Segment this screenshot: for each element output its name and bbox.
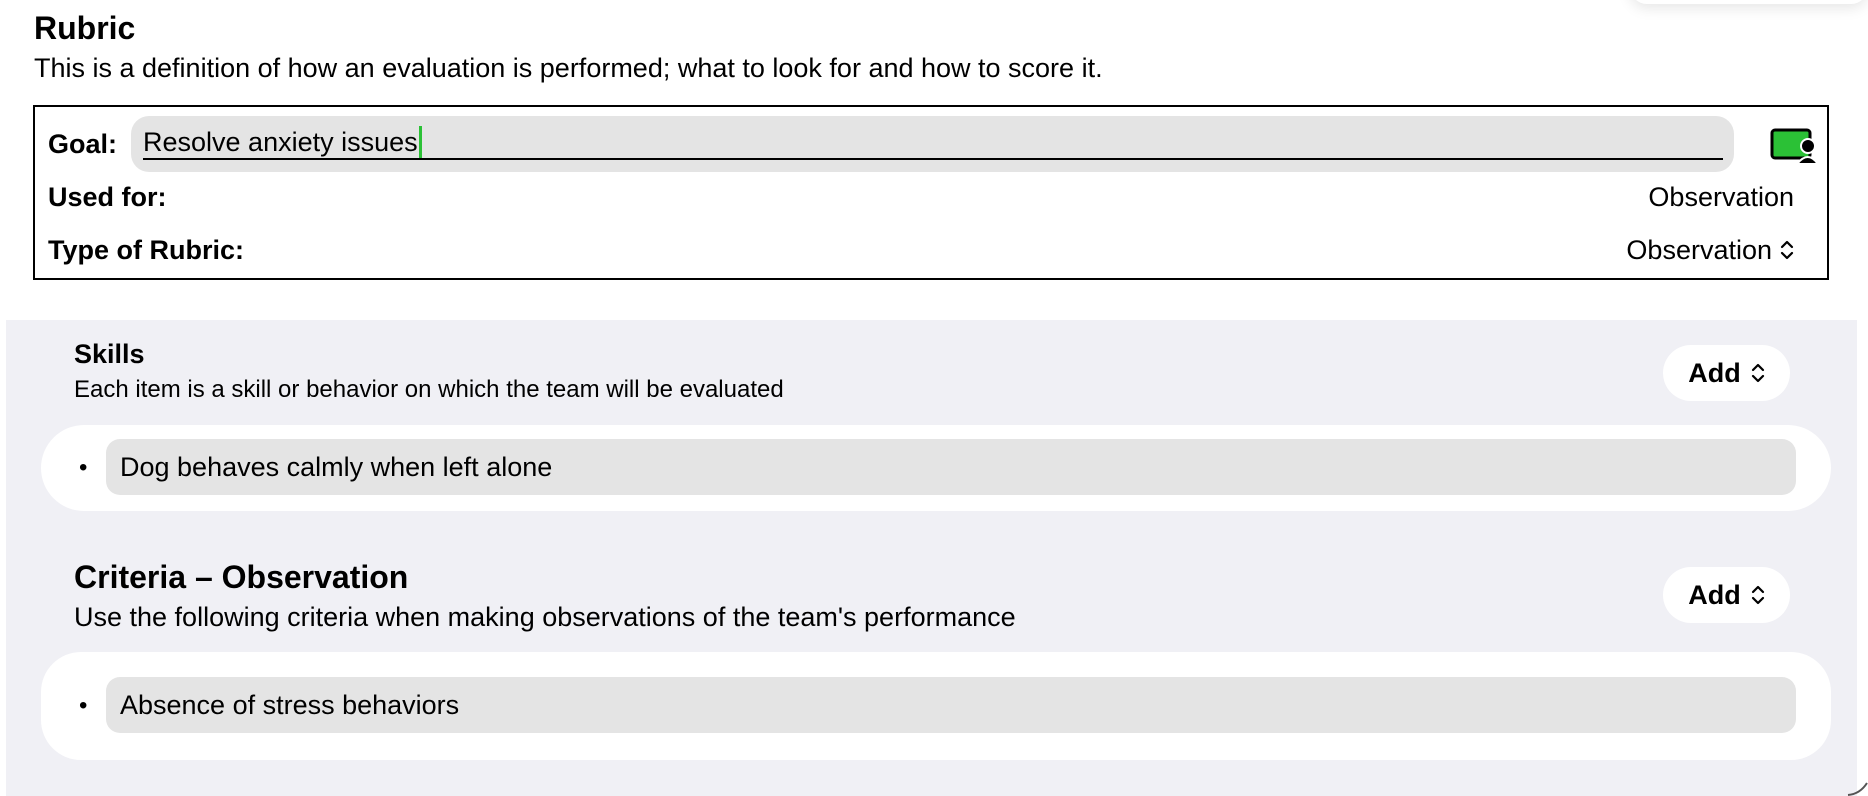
add-criteria-button[interactable]: Add	[1663, 567, 1790, 623]
skills-title: Skills	[74, 339, 145, 369]
list-bullet: •	[79, 692, 88, 719]
goal-label: Goal:	[48, 129, 118, 159]
resize-corner-icon	[1847, 782, 1868, 796]
used-for-label: Used for:	[48, 182, 167, 212]
list-bullet: •	[79, 454, 88, 481]
skills-description: Each item is a skill or behavior on whic…	[74, 376, 784, 403]
type-of-rubric-value: Observation	[1626, 235, 1772, 265]
add-skill-button[interactable]: Add	[1663, 345, 1790, 401]
add-skill-label: Add	[1688, 357, 1741, 388]
used-for-value: Observation	[1648, 182, 1794, 212]
goal-field[interactable]: Resolve anxiety issues	[131, 116, 1734, 172]
text-caret	[418, 126, 422, 158]
criteria-list-card: • Absence of stress behaviors	[41, 652, 1831, 760]
type-of-rubric-select[interactable]: Observation	[1626, 234, 1794, 266]
rubric-details-box: Goal: Resolve anxiety issues Used for: O…	[33, 105, 1829, 280]
sections-panel: Skills Each item is a skill or behavior …	[6, 320, 1857, 796]
type-of-rubric-label: Type of Rubric:	[48, 235, 245, 265]
chevron-up-down-icon	[1751, 363, 1764, 383]
chevron-up-down-icon	[1751, 585, 1764, 605]
page-title: Rubric	[34, 10, 136, 46]
team-screen-icon[interactable]	[1770, 127, 1818, 165]
top-floating-toolbar	[1630, 0, 1868, 4]
skill-item-field[interactable]: Dog behaves calmly when left alone	[106, 439, 1796, 495]
skills-list-card: • Dog behaves calmly when left alone	[41, 425, 1831, 511]
criteria-title: Criteria – Observation	[74, 559, 409, 595]
goal-input[interactable]: Resolve anxiety issues	[143, 126, 1723, 160]
goal-input-text: Resolve anxiety issues	[143, 127, 418, 157]
criteria-description: Use the following criteria when making o…	[74, 602, 1016, 632]
add-criteria-label: Add	[1688, 579, 1741, 610]
chevron-up-down-icon	[1780, 240, 1794, 260]
page-description: This is a definition of how an evaluatio…	[34, 53, 1103, 83]
criteria-item-field[interactable]: Absence of stress behaviors	[106, 677, 1796, 733]
